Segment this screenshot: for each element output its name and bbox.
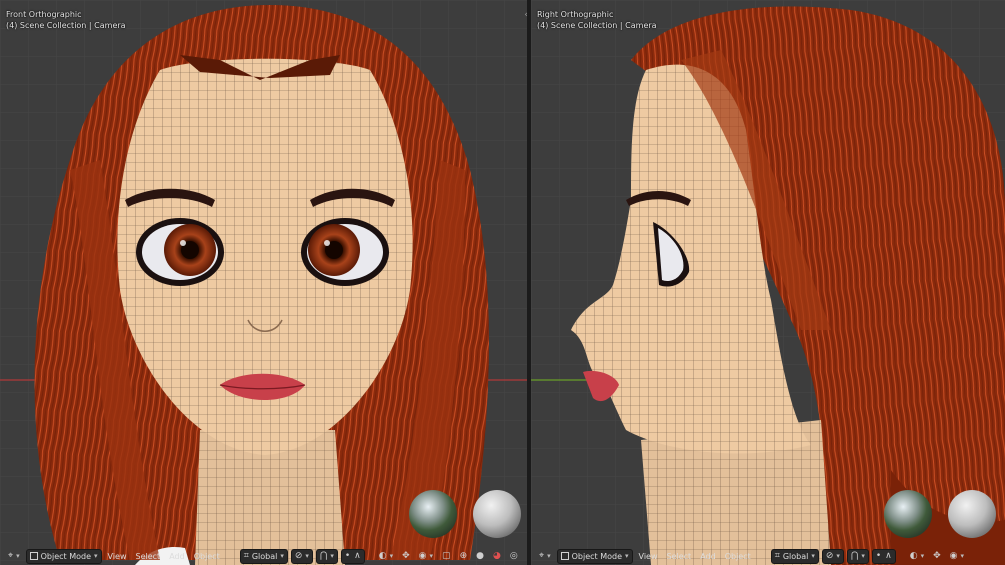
gizmo-button[interactable]: ✥ [930,550,944,563]
mode-selector[interactable]: Object Mode ▾ [25,548,102,564]
matcap-preview-icon [948,490,996,538]
proportional-button[interactable]: • ∧ [340,548,365,564]
matcap-preview-icon [473,490,521,538]
shading-rendered-button[interactable]: ◎ [507,550,521,563]
right-view-collection: (4) Scene Collection | Camera [537,21,657,30]
overlay-icon: ◐ [378,550,387,561]
object-mode-icon [560,552,569,560]
right-viewport[interactable]: Right Orthographic (4) Scene Collection … [531,0,1005,565]
editor-type-icon: ⌖ [8,550,14,561]
chevron-down-icon: ▾ [94,552,98,560]
front-scene [0,0,527,565]
transform-orientation-icon: ⌗ [243,550,249,561]
transform-orientation-icon: ⌗ [774,550,780,561]
chevron-down-icon: ▾ [811,552,815,560]
editor-type-button[interactable]: ⌖ ▾ [5,550,23,563]
mode-label: Object Mode [571,551,622,561]
right-view-title: Right Orthographic [537,10,614,19]
gizmo-icon: ✥ [933,550,941,561]
object-mode-icon [29,552,38,560]
overlay-button[interactable]: ◐ ▾ [907,550,927,563]
mode-selector[interactable]: Object Mode ▾ [556,548,633,564]
orientation-label: Global [251,551,278,561]
chevron-down-icon: ▾ [960,552,965,560]
proportional-icon: • [875,550,882,561]
xray-button[interactable]: ▢ [439,550,454,563]
snap-button[interactable]: ⋂ ▾ [315,548,338,564]
pivot-icon: ⊘ [825,550,834,561]
shading-solid-icon: ● [476,550,484,561]
chevron-down-icon: ▾ [305,552,309,560]
proportional-button[interactable]: • ∧ [871,548,896,564]
menu-select[interactable]: Select [664,550,695,563]
snap-button[interactable]: ⋂ ▾ [846,548,869,564]
menu-select[interactable]: Select [133,550,164,563]
mode-label: Object Mode [40,551,91,561]
hdri-preview-icon [409,490,457,538]
front-view-overlay: Front Orthographic (4) Scene Collection … [6,9,126,31]
pivot-button[interactable]: ⊘ ▾ [290,548,313,564]
falloff-icon: ∧ [885,550,892,561]
shading-material-icon: ◕ [492,550,501,561]
overlay-icon: ◐ [909,550,918,561]
overlay-button[interactable]: ◐ ▾ [376,550,396,563]
shading-popover[interactable]: ◉ ▾ [416,550,436,563]
menu-object[interactable]: Object [722,550,754,563]
chevron-down-icon: ▾ [389,552,394,560]
chevron-down-icon: ▾ [280,552,284,560]
chevron-down-icon: ▾ [836,552,840,560]
chevron-down-icon: ▾ [625,552,629,560]
gizmo-button[interactable]: ✥ [399,550,413,563]
editor-type-icon: ⌖ [539,550,545,561]
right-view-overlay: Right Orthographic (4) Scene Collection … [537,9,657,31]
menu-view[interactable]: View [105,550,130,563]
snap-icon: ⋂ [319,550,328,561]
shading-material-button[interactable]: ◕ [490,550,504,563]
right-scene [531,0,1005,565]
right-viewport-header: ⌖ ▾ Object Mode ▾ View Select Add Object ⌗… [531,547,1005,565]
chevron-down-icon: ▾ [330,552,334,560]
editor-type-button[interactable]: ⌖ ▾ [536,550,554,563]
chevron-down-icon: ▾ [861,552,865,560]
menu-add[interactable]: Add [697,550,719,563]
orientation-selector[interactable]: ⌗ Global ▾ [239,548,288,564]
shading-wireframe-button[interactable]: ⊕ [457,550,471,563]
menu-add[interactable]: Add [166,550,188,563]
proportional-icon: • [344,550,351,561]
orientation-label: Global [782,551,809,561]
shading-preview-icon: ◉ [418,550,427,561]
front-viewport-header: ⌖ ▾ Object Mode ▾ View Select Add Object ⌗… [0,547,527,565]
gizmo-icon: ✥ [402,550,410,561]
chevron-down-icon: ▾ [429,552,434,560]
shading-wireframe-icon: ⊕ [459,550,468,561]
menu-view[interactable]: View [636,550,661,563]
chevron-down-icon: ▾ [920,552,925,560]
menu-object[interactable]: Object [191,550,223,563]
falloff-icon: ∧ [354,550,361,561]
pivot-button[interactable]: ⊘ ▾ [821,548,844,564]
front-view-collection: (4) Scene Collection | Camera [6,21,126,30]
front-view-title: Front Orthographic [6,10,82,19]
shading-preview-icon: ◉ [949,550,958,561]
shading-solid-button[interactable]: ● [473,550,487,563]
shading-rendered-icon: ◎ [509,550,518,561]
snap-icon: ⋂ [850,550,859,561]
chevron-down-icon: ▾ [547,552,551,560]
pivot-icon: ⊘ [294,550,303,561]
xray-icon: ▢ [442,550,451,561]
hdri-preview-icon [884,490,932,538]
orientation-selector[interactable]: ⌗ Global ▾ [770,548,819,564]
shading-popover[interactable]: ◉ ▾ [947,550,967,563]
chevron-down-icon: ▾ [16,552,20,560]
front-viewport[interactable]: Front Orthographic (4) Scene Collection … [0,0,527,565]
